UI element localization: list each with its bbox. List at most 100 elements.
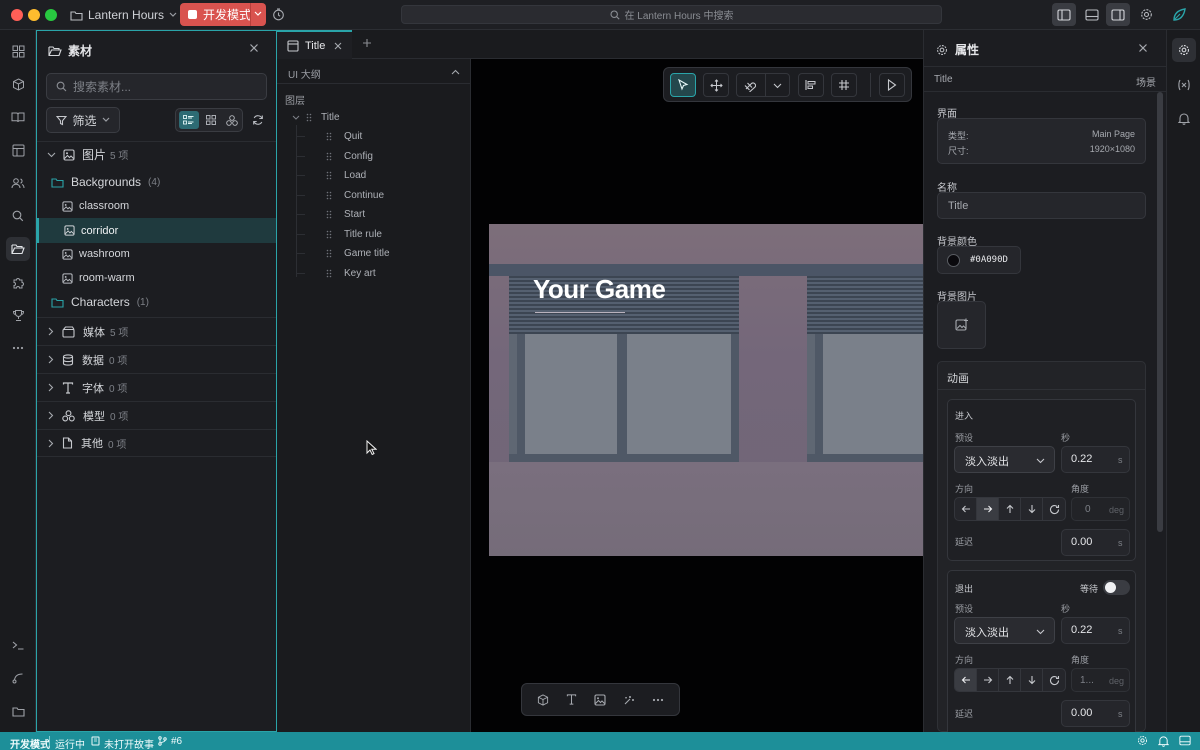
activity-files[interactable] [6,699,30,723]
toggle-left-panel-button[interactable] [1052,3,1076,26]
activity-characters[interactable] [6,171,30,195]
category-data[interactable]: 数据 0 项 [37,345,276,373]
outline-node[interactable]: Load [297,170,366,181]
grid-view-button[interactable] [201,111,221,129]
exit-seconds-input[interactable]: 0.22 s [1061,617,1130,644]
close-window-button[interactable] [11,9,23,21]
settings-button[interactable] [1134,3,1158,26]
image-icon[interactable] [594,693,606,706]
category-models[interactable]: 模型 0 项 [37,401,276,429]
tab-title[interactable]: Title [277,30,352,59]
preview-game-title[interactable]: Your Game [533,274,666,305]
sparkle-effect-icon[interactable] [623,694,635,706]
asset-search-input[interactable]: 搜索素材... [46,73,267,100]
global-search-bar[interactable]: 在 Lantern Hours 中搜索 [401,5,942,24]
magnet-icon[interactable] [743,79,756,92]
status-branch[interactable]: #6 [171,736,182,747]
exit-angle-input[interactable]: 1... deg [1071,668,1130,692]
activity-layouts[interactable] [6,138,30,162]
enter-angle-input[interactable]: 0 deg [1071,497,1130,521]
toggle-bottom-panel-button[interactable] [1080,3,1104,26]
status-gear-icon[interactable] [1137,735,1148,746]
activity-models[interactable] [6,72,30,96]
asset-item-classroom[interactable]: classroom [37,194,276,218]
grid-tool-button[interactable] [831,73,857,97]
activity-story[interactable] [6,105,30,129]
asset-item-corridor[interactable]: corridor [37,218,276,243]
drag-handle-icon[interactable] [326,171,332,180]
arrow-right-icon[interactable] [977,498,999,520]
outline-node[interactable]: Config [297,151,373,162]
properties-toggle-button[interactable] [1172,38,1196,62]
activity-terminal[interactable] [6,633,30,657]
list-view-button[interactable] [179,111,199,129]
arrow-left-icon[interactable] [955,498,977,520]
scene-preview-frame[interactable]: Your Game [489,224,923,556]
category-images[interactable]: 图片 5 项 [37,141,276,167]
outline-header[interactable]: UI 大纲 [277,59,470,84]
close-properties-button[interactable] [1138,43,1148,53]
preview-play-button[interactable] [879,73,905,97]
activity-more[interactable] [6,336,30,360]
drag-handle-icon[interactable] [326,191,332,200]
arrow-right-icon[interactable] [977,669,999,691]
outline-node[interactable]: Continue [297,190,384,201]
outline-node[interactable]: Key art [297,268,376,279]
dev-mode-button[interactable]: 开发模式 [180,3,266,26]
drag-handle-icon[interactable] [326,230,332,239]
exit-delay-input[interactable]: 0.00 s [1061,700,1130,727]
drag-handle-icon[interactable] [326,249,332,258]
align-tool-button[interactable] [798,73,824,97]
folder-characters[interactable]: Characters (1) [37,290,276,314]
chevron-down-icon[interactable] [773,83,782,89]
activity-plugins[interactable] [6,270,30,294]
arrow-up-icon[interactable] [999,669,1021,691]
cube-icon[interactable] [537,693,549,706]
activity-search[interactable] [6,204,30,228]
move-tool-button[interactable] [703,73,729,97]
close-assets-panel-button[interactable] [249,43,259,53]
status-story[interactable]: 未打开故事 [104,736,154,750]
bg-color-picker[interactable]: #0A090D [937,246,1021,274]
category-other[interactable]: 其他 0 项 [37,429,276,457]
notifications-button[interactable] [1172,106,1196,130]
new-tab-button[interactable] [362,38,372,48]
outline-node[interactable]: Title rule [297,229,382,240]
select-tool-button[interactable] [670,73,696,97]
exit-wait-toggle[interactable] [1103,580,1130,595]
group-view-button[interactable] [222,111,242,129]
drag-handle-icon[interactable] [326,269,332,278]
refresh-assets-button[interactable] [252,114,264,126]
zoom-window-button[interactable] [45,9,57,21]
drag-handle-icon[interactable] [306,113,312,122]
variables-button[interactable] [1172,73,1196,97]
enter-seconds-input[interactable]: 0.22 s [1061,446,1130,473]
arrow-down-icon[interactable] [1021,669,1043,691]
scene-canvas[interactable]: Your Game [471,59,923,732]
toggle-right-panel-button[interactable] [1106,3,1130,26]
animation-section-header[interactable]: 动画 [938,362,1145,390]
activity-git[interactable] [6,666,30,690]
arrow-left-icon[interactable] [955,669,977,691]
enter-delay-input[interactable]: 0.00 s [1061,529,1130,556]
arrow-up-icon[interactable] [999,498,1021,520]
preview-title-rule[interactable] [535,312,625,313]
status-mode[interactable]: 开发模式 [10,736,50,750]
minimize-window-button[interactable] [28,9,40,21]
activity-assets[interactable] [6,237,30,261]
text-tool-icon[interactable] [566,694,577,705]
outline-node[interactable]: Start [297,209,365,220]
status-layout-icon[interactable] [1179,735,1191,746]
activity-achievements[interactable] [6,303,30,327]
bg-image-picker[interactable] [937,301,986,349]
activity-dashboard[interactable] [6,39,30,63]
asset-item-room-warm[interactable]: room-warm [37,266,276,290]
timer-icon[interactable] [272,8,285,21]
properties-scrollbar[interactable] [1157,92,1163,532]
drag-handle-icon[interactable] [326,152,332,161]
outline-node[interactable]: Game title [297,248,390,259]
outline-node[interactable]: Quit [297,131,362,142]
project-switcher[interactable]: Lantern Hours [70,6,177,24]
drag-handle-icon[interactable] [326,132,332,141]
rotate-icon[interactable] [1043,498,1065,520]
